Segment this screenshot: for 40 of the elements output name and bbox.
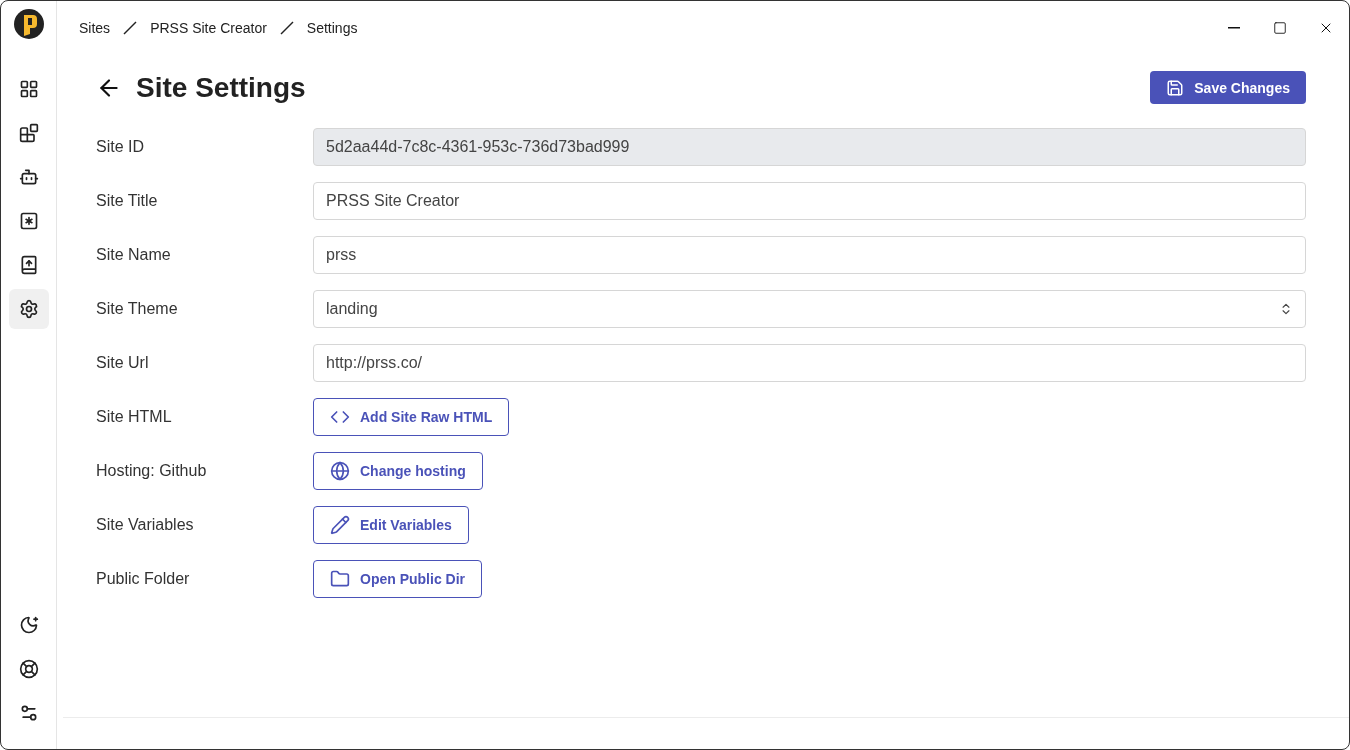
lifebuoy-icon <box>18 659 39 679</box>
settings-icon <box>18 299 39 319</box>
grid-icon <box>18 79 39 99</box>
field-label: Site HTML <box>96 408 173 426</box>
maximize-icon <box>1273 21 1287 35</box>
field-label: Site ID <box>96 138 145 156</box>
logo-icon[interactable] <box>13 9 44 39</box>
minimize-icon <box>1228 27 1240 29</box>
field-label: Site Name <box>96 246 172 264</box>
action-button[interactable]: Change hosting <box>313 452 483 490</box>
sidebar-item[interactable] <box>8 289 49 329</box>
page-title: Site Settings <box>136 71 306 104</box>
robot-icon <box>18 167 39 187</box>
globe-icon <box>330 461 350 481</box>
select-field[interactable]: landing <box>313 290 1306 328</box>
field-label: Site Variables <box>96 516 195 534</box>
text-field[interactable]: PRSS Site Creator <box>313 182 1306 220</box>
site-id-field[interactable]: 5d2aa44d-7c8c-4361-953c-736d73bad999 <box>313 128 1306 166</box>
action-button[interactable]: Edit Variables <box>313 506 469 544</box>
breadcrumb-link[interactable]: Settings <box>306 20 358 36</box>
asterisk-icon <box>18 211 39 231</box>
field-label: Hosting: Github <box>96 462 208 480</box>
field-label: Site Theme <box>96 300 179 318</box>
text-field[interactable]: prss <box>313 236 1306 274</box>
text-field[interactable]: http://prss.co/ <box>313 344 1306 382</box>
action-button[interactable]: Add Site Raw HTML <box>313 398 510 436</box>
breadcrumb-link[interactable]: PRSS Site Creator <box>150 20 267 36</box>
slash-icon <box>122 20 139 36</box>
moon-icon <box>18 615 39 635</box>
folder-icon <box>330 569 350 589</box>
pencil-icon <box>330 515 350 535</box>
blocks-icon <box>18 123 39 143</box>
save-icon <box>1166 78 1185 97</box>
action-button[interactable]: Open Public Dir <box>313 560 482 598</box>
field-label: Site Url <box>96 354 150 372</box>
field-label: Site Title <box>96 192 159 210</box>
save-button[interactable]: Save Changes <box>1150 71 1306 104</box>
breadcrumb-link[interactable]: Sites <box>79 20 111 36</box>
field-label: Public Folder <box>96 570 191 588</box>
slash-icon <box>278 20 295 36</box>
